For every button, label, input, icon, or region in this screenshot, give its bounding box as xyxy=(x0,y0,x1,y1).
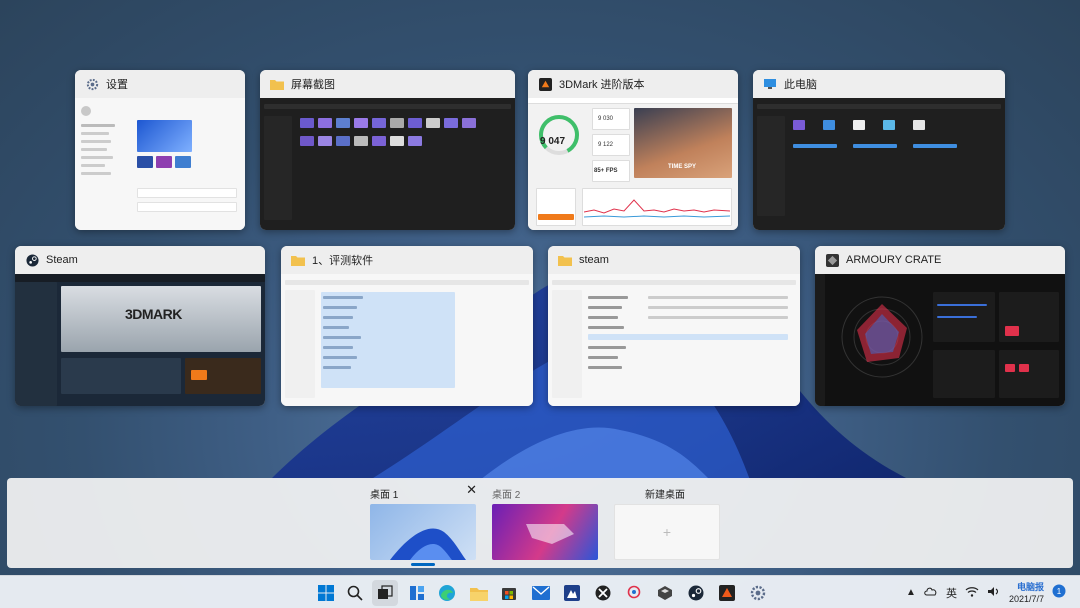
benchmark-name: TIME SPY xyxy=(668,164,697,170)
window-title: 1、评测软件 xyxy=(312,255,374,267)
plus-icon: + xyxy=(662,524,672,540)
snipping-icon[interactable] xyxy=(621,580,647,606)
armoury-crate-icon xyxy=(825,253,839,267)
score-main: 9 047 xyxy=(540,136,566,147)
window-preview: 3DMARK xyxy=(15,274,265,406)
window-header: 屏幕截图 xyxy=(260,70,515,98)
watermark-logo: 电脑报 xyxy=(1016,581,1044,592)
folder-icon xyxy=(558,253,572,267)
window-header: Steam xyxy=(15,246,265,274)
new-desktop-button[interactable]: 新建桌面 + xyxy=(607,478,725,568)
photos-icon[interactable] xyxy=(559,580,585,606)
radar-chart xyxy=(841,296,923,378)
window-preview xyxy=(281,274,533,406)
score-b: 9 122 xyxy=(598,142,614,148)
edge-icon[interactable] xyxy=(434,580,460,606)
start-icon[interactable] xyxy=(313,580,339,606)
desktop-1-thumbnail xyxy=(370,504,476,560)
cloud-icon[interactable] xyxy=(924,586,938,599)
notification-icon[interactable]: 1 xyxy=(1052,584,1066,601)
frame-graph xyxy=(584,199,730,218)
window-header: 设置 xyxy=(75,70,245,98)
settings-gear-icon xyxy=(85,77,99,91)
window-thumbnail-this-pc[interactable]: 此电脑 xyxy=(753,70,1005,230)
window-preview xyxy=(75,98,245,230)
window-preview: 9 047 9 030 9 122 85+ FPS TIME SPY xyxy=(528,98,738,230)
score-a: 9 030 xyxy=(598,116,614,122)
window-preview xyxy=(815,274,1065,406)
window-title: ARMOURY CRATE xyxy=(846,254,942,266)
window-title: 3DMark 进阶版本 xyxy=(559,79,645,91)
new-desktop-placeholder: + xyxy=(614,504,720,560)
xbox-icon[interactable] xyxy=(590,580,616,606)
score-gauge xyxy=(539,115,579,155)
window-header: 3DMark 进阶版本 xyxy=(528,70,738,98)
window-thumbnail-armoury-crate[interactable]: ARMOURY CRATE xyxy=(815,246,1065,406)
desktop-label: 桌面 1 xyxy=(370,490,399,501)
window-thumbnail-screenshots[interactable]: 屏幕截图 xyxy=(260,70,515,230)
volume-icon[interactable] xyxy=(987,586,1001,600)
folder-icon xyxy=(291,253,305,267)
3dmark-taskbar-icon[interactable] xyxy=(652,580,678,606)
widgets-icon[interactable] xyxy=(404,580,430,606)
steam-icon xyxy=(25,253,39,267)
3dmark-red-icon[interactable] xyxy=(714,580,740,606)
window-header: ARMOURY CRATE xyxy=(815,246,1065,274)
window-thumbnail-steam[interactable]: Steam 3DMARK xyxy=(15,246,265,406)
ime-indicator[interactable]: 英 xyxy=(946,585,957,601)
desktop-2-thumbnail xyxy=(492,504,598,560)
clock[interactable]: 电脑报 2021/7/7 xyxy=(1009,581,1044,605)
taskbar: ▲ 英 电脑报 2021/7/7 1 xyxy=(0,575,1080,608)
window-thumbnail-settings[interactable]: 设置 xyxy=(75,70,245,230)
system-tray: ▲ 英 电脑报 2021/7/7 1 xyxy=(906,576,1066,608)
window-header: 此电脑 xyxy=(753,70,1005,98)
task-view-icon[interactable] xyxy=(372,580,398,606)
window-preview xyxy=(753,98,1005,230)
window-header: steam xyxy=(548,246,800,274)
store-icon[interactable] xyxy=(496,580,522,606)
window-preview xyxy=(548,274,800,406)
3dmark-app-icon xyxy=(538,77,552,91)
desktop-1[interactable]: 桌面 1 ✕ xyxy=(363,478,481,568)
window-thumbnail-steam-folder[interactable]: steam xyxy=(548,246,800,406)
window-title: Steam xyxy=(46,254,78,266)
search-icon[interactable] xyxy=(342,580,368,606)
pc-monitor-icon xyxy=(763,77,777,91)
window-title: steam xyxy=(579,254,609,266)
window-title: 此电脑 xyxy=(784,79,817,91)
window-title: 屏幕截图 xyxy=(291,79,335,91)
window-title: 设置 xyxy=(106,79,128,91)
wifi-icon[interactable] xyxy=(965,586,979,600)
window-thumbnail-3dmark[interactable]: 3DMark 进阶版本 9 047 9 030 9 122 85+ FPS TI… xyxy=(528,70,738,230)
chevron-up-icon[interactable]: ▲ xyxy=(906,587,916,598)
window-preview xyxy=(260,98,515,230)
mail-icon[interactable] xyxy=(528,580,554,606)
svg-text:1: 1 xyxy=(1057,587,1062,596)
file-explorer-icon[interactable] xyxy=(466,580,492,606)
window-thumbnail-eval-software[interactable]: 1、评测软件 xyxy=(281,246,533,406)
window-header: 1、评测软件 xyxy=(281,246,533,274)
date-text: 2021/7/7 xyxy=(1008,593,1044,604)
new-desktop-label: 新建桌面 xyxy=(645,490,685,501)
current-desktop-indicator xyxy=(411,563,435,566)
steam-taskbar-icon[interactable] xyxy=(683,580,709,606)
fps-estimate: 85+ FPS xyxy=(594,168,618,174)
desktop-label: 桌面 2 xyxy=(492,490,521,501)
desktop-2[interactable]: 桌面 2 xyxy=(485,478,603,568)
close-desktop-button[interactable]: ✕ xyxy=(466,482,477,498)
settings-taskbar-icon[interactable] xyxy=(745,580,771,606)
steam-banner-brand: 3DMARK xyxy=(125,306,182,322)
virtual-desktops-panel: 桌面 1 ✕ 桌面 2 新建桌面 + xyxy=(7,478,1073,568)
folder-icon xyxy=(270,77,284,91)
